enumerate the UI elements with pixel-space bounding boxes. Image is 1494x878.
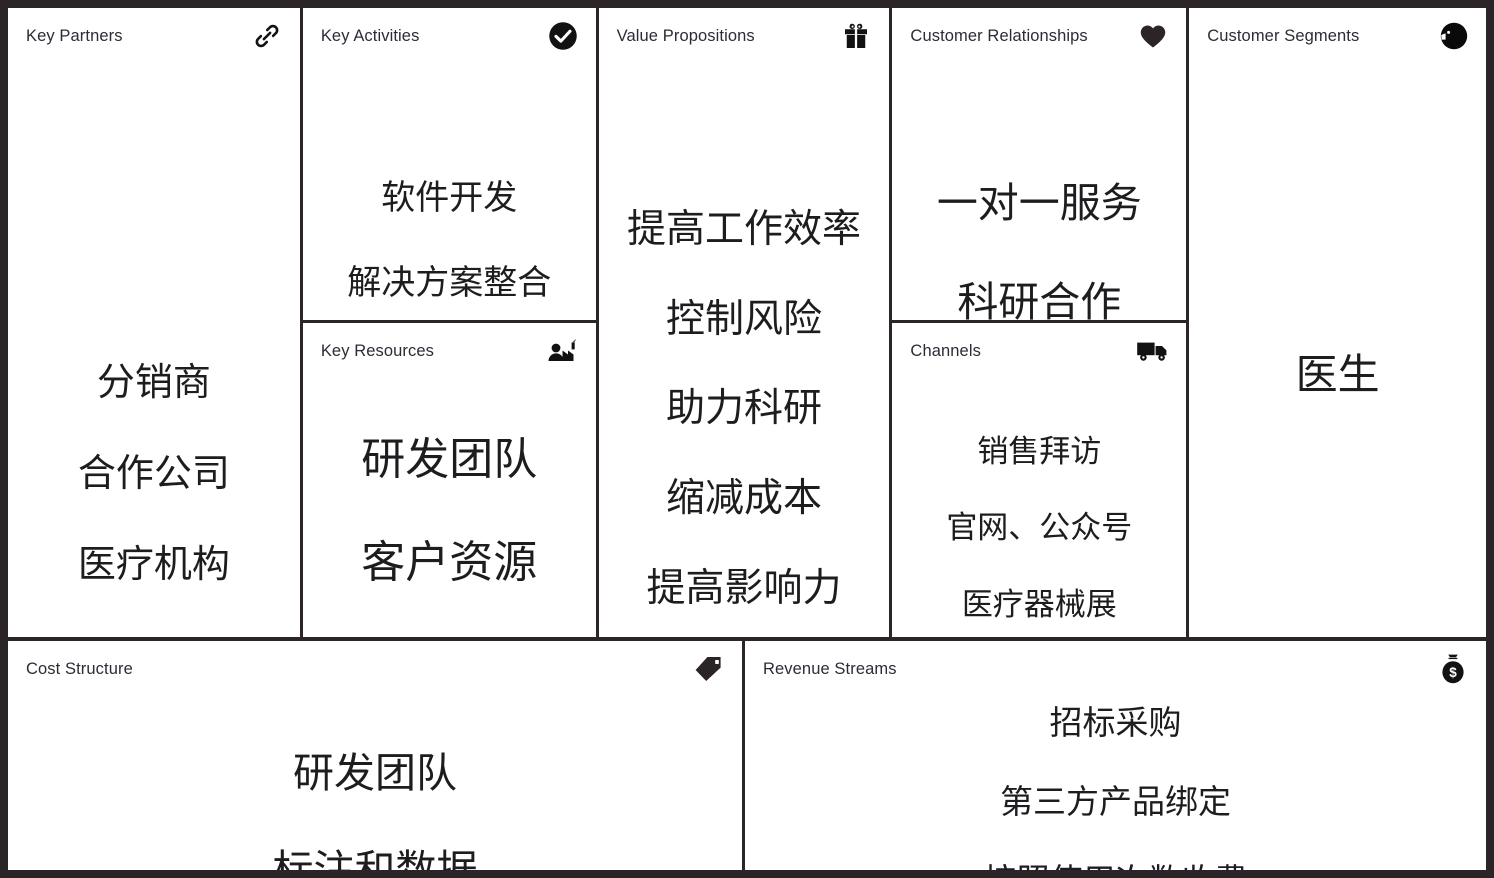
value-propositions-item: 提高工作效率 [627, 206, 862, 252]
customer-relationships-title: Customer Relationships [910, 26, 1088, 45]
channels-items: 销售拜访 官网、公众号 医疗器械展 合作媒体 工程师驻场 … [892, 395, 1186, 637]
key-partners-header: Key Partners [8, 8, 300, 64]
block-key-activities[interactable]: Key Activities 软件开发 解决方案整合 [302, 8, 596, 320]
revenue-streams-item: 按照使用次数收费 [755, 861, 1476, 870]
check-circle-icon [546, 19, 580, 53]
canvas-top-row: Key Partners 分销商 合作公司 医疗机构 Key Activitie… [8, 8, 1486, 637]
customer-segments-header: Customer Segments [1189, 8, 1486, 64]
key-resources-item: 客户资源 [361, 537, 538, 589]
revenue-streams-item: 招标采购 [1049, 702, 1182, 742]
block-cost-structure[interactable]: Cost Structure 研发团队 标注和数据 销售和运营 [8, 641, 742, 870]
value-propositions-title: Value Propositions [616, 26, 755, 45]
channels-header: Channels [892, 323, 1186, 379]
key-partners-items: 分销商 合作公司 医疗机构 [8, 314, 300, 633]
face-profile-icon [1436, 19, 1470, 53]
link-icon [250, 19, 284, 53]
revenue-streams-items: 招标采购 第三方产品绑定 按照使用次数收费 收取佣金 [745, 663, 1486, 870]
column-customer-segments: Customer Segments 医生 [1189, 8, 1486, 637]
value-propositions-items: 提高工作效率 控制风险 助力科研 缩减成本 提高影响力 [599, 163, 890, 637]
block-value-propositions[interactable]: Value Propositions 提高工作效率 控制风险 助力科研 缩减成本… [598, 8, 890, 637]
key-activities-item: 解决方案整合 [347, 262, 552, 303]
customer-relationships-item: 一对一服务 [936, 179, 1142, 228]
truck-icon [1136, 334, 1170, 368]
revenue-streams-item: 第三方产品绑定 [1000, 781, 1231, 821]
value-propositions-header: Value Propositions [599, 8, 890, 64]
cost-structure-item: 标注和数据 [18, 846, 732, 870]
block-revenue-streams[interactable]: Revenue Streams $ 招标采购 第三方产品绑定 按照使用次数收费 [745, 641, 1486, 870]
block-key-resources[interactable]: Key Resources 研发团队 客户资源 数据 [302, 323, 596, 637]
key-resources-item: 研发团队 [361, 434, 538, 486]
value-propositions-item: 助力科研 [666, 386, 823, 432]
column-revenue-streams: Revenue Streams $ 招标采购 第三方产品绑定 按照使用次数收费 [745, 641, 1486, 870]
cost-structure-header: Cost Structure [8, 641, 742, 697]
customer-relationships-header: Customer Relationships [892, 8, 1186, 64]
channels-title: Channels [910, 341, 981, 360]
gift-icon [839, 19, 873, 53]
worker-factory-icon [546, 334, 580, 368]
cost-structure-items: 研发团队 标注和数据 销售和运营 [8, 701, 742, 870]
customer-segments-item: 医生 [1295, 349, 1380, 399]
heart-icon [1136, 19, 1170, 53]
customer-segments-items: 医生 [1189, 300, 1486, 449]
block-channels[interactable]: Channels 销售拜访 官网、公众号 医疗器械展 [892, 323, 1187, 637]
value-propositions-item: 控制风险 [666, 296, 823, 342]
value-propositions-item: 缩减成本 [666, 475, 823, 521]
key-partners-item: 分销商 [96, 359, 211, 404]
key-activities-items: 软件开发 解决方案整合 [303, 134, 596, 320]
block-key-partners[interactable]: Key Partners 分销商 合作公司 医疗机构 [8, 8, 300, 637]
channels-item: 官网、公众号 [946, 510, 1133, 547]
key-activities-item: 软件开发 [381, 177, 518, 218]
cost-structure-title: Cost Structure [26, 659, 133, 678]
canvas-bottom-row: Cost Structure 研发团队 标注和数据 销售和运营 [8, 641, 1486, 870]
block-customer-segments[interactable]: Customer Segments 医生 [1189, 8, 1486, 637]
cost-structure-item: 研发团队 [293, 749, 457, 798]
customer-segments-title: Customer Segments [1207, 26, 1360, 45]
customer-relationships-items: 一对一服务 科研合作 [892, 130, 1186, 320]
key-activities-title: Key Activities [320, 26, 420, 45]
value-propositions-item: 提高影响力 [646, 565, 842, 611]
key-activities-header: Key Activities [303, 8, 596, 64]
key-partners-item: 医疗机构 [77, 541, 230, 586]
key-partners-item: 合作公司 [77, 450, 230, 495]
block-customer-relationships[interactable]: Customer Relationships 一对一服务 科研合作 [892, 8, 1187, 320]
key-resources-items: 研发团队 客户资源 数据 专利 销售许可 [303, 383, 596, 637]
key-resources-title: Key Resources [320, 341, 434, 360]
key-resources-header: Key Resources [303, 323, 596, 379]
key-partners-title: Key Partners [26, 26, 123, 45]
column-value-propositions: Value Propositions 提高工作效率 控制风险 助力科研 缩减成本… [598, 8, 890, 637]
column-key-activities-resources: Key Activities 软件开发 解决方案整合 Key Resources [302, 8, 596, 637]
price-tag-icon [692, 652, 726, 686]
channels-item: 医疗器械展 [961, 586, 1117, 623]
business-model-canvas: Key Partners 分销商 合作公司 医疗机构 Key Activitie… [0, 0, 1494, 878]
channels-item: 销售拜访 [977, 434, 1102, 471]
column-key-partners: Key Partners 分销商 合作公司 医疗机构 [8, 8, 300, 637]
column-customer-relationships-channels: Customer Relationships 一对一服务 科研合作 Channe… [892, 8, 1187, 637]
customer-relationships-item: 科研合作 [957, 277, 1122, 320]
column-cost-structure: Cost Structure 研发团队 标注和数据 销售和运营 [8, 641, 742, 870]
